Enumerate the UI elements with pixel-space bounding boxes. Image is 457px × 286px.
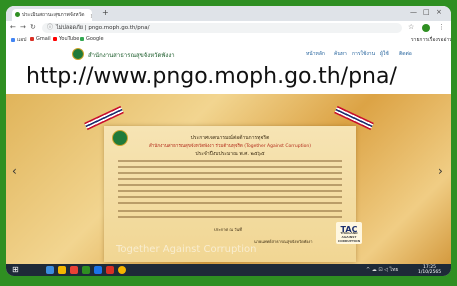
- menu-item-search[interactable]: ค้นหา: [334, 50, 347, 58]
- poster-text-line: [118, 216, 342, 218]
- window-close-icon[interactable]: ×: [436, 8, 442, 16]
- menu-item-contact[interactable]: ติดต่อ: [399, 50, 412, 58]
- chrome-icon[interactable]: [118, 266, 126, 274]
- site-favicon-icon: [15, 12, 20, 17]
- bookmark-label: แอป: [17, 37, 27, 43]
- poster-text-line: [118, 160, 342, 162]
- forward-icon[interactable]: →: [20, 23, 26, 31]
- poster-year: ประจำปีงบประมาณ พ.ศ. ๒๕๖๕: [195, 151, 265, 157]
- site-name[interactable]: สำนักงานสาธารณสุขจังหวัดพังงา: [88, 50, 175, 60]
- bookmark-label: Google: [86, 36, 104, 42]
- tac-logo: TAC THAILAND AGAINST CORRUPTION: [336, 222, 362, 244]
- reload-icon[interactable]: ↻: [30, 23, 36, 31]
- minimize-icon[interactable]: —: [410, 8, 417, 16]
- slider-watermark: Together Against Corruption: [116, 244, 257, 255]
- new-tab-button[interactable]: +: [102, 8, 109, 17]
- tab-strip: ประเมินสถานะสุขภาพจังหวัด × + — □ ×: [6, 6, 451, 21]
- bookmark-youtube[interactable]: YouTube: [53, 36, 79, 42]
- menu-item-home[interactable]: หน้าหลัก: [306, 50, 325, 58]
- address-bar[interactable]: ⓘ ไม่ปลอดภัย | pngo.moph.go.th/pna/: [42, 23, 402, 33]
- poster-text-line: [118, 202, 342, 204]
- apps-icon: [11, 37, 15, 42]
- profile-avatar[interactable]: [422, 24, 430, 32]
- search-icon[interactable]: [46, 266, 54, 274]
- bookmark-google[interactable]: Google: [80, 36, 104, 42]
- maximize-icon[interactable]: □: [423, 8, 430, 16]
- gmail-icon: [30, 36, 34, 41]
- clock[interactable]: 17:25 1/10/2565: [418, 265, 441, 275]
- hero-slider: ประกาศเจตนารมณ์ต่อต้านการทุจริต สำนักงาน…: [6, 94, 451, 264]
- bookmark-apps[interactable]: แอป: [11, 36, 26, 44]
- browser-window: ประเมินสถานะสุขภาพจังหวัด × + — □ × ← → …: [6, 6, 451, 276]
- start-menu-icon[interactable]: ⊞: [12, 265, 19, 274]
- poster-text-line: [118, 178, 342, 180]
- app-icon[interactable]: [82, 266, 90, 274]
- browser-menu-icon[interactable]: ⋮: [438, 23, 445, 31]
- navigation-bar: ← → ↻ ⓘ ไม่ปลอดภัย | pngo.moph.go.th/pna…: [6, 21, 451, 35]
- address-bar-url: ไม่ปลอดภัย | pngo.moph.go.th/pna/: [56, 25, 150, 31]
- tab-title: ประเมินสถานะสุขภาพจังหวัด: [22, 12, 85, 18]
- bookmark-label: Gmail: [36, 36, 51, 42]
- poster-text-line: [118, 172, 342, 174]
- poster-text-line: [118, 166, 342, 168]
- poster-signature-date: ประกาศ ณ วันที่: [214, 227, 242, 232]
- site-info-icon[interactable]: ⓘ: [47, 23, 53, 33]
- reading-list[interactable]: รายการเรื่องรออ่าน: [411, 36, 451, 44]
- browser-tab[interactable]: ประเมินสถานะสุขภาพจังหวัด ×: [12, 9, 92, 21]
- system-tray[interactable]: ^ ☁ ⊡ ◁ ไทย: [366, 266, 398, 274]
- clock-date: 1/10/2565: [418, 270, 442, 275]
- site-logo-icon[interactable]: [72, 48, 84, 60]
- app-icon[interactable]: [70, 266, 78, 274]
- file-explorer-icon[interactable]: [58, 266, 66, 274]
- poster-text-line: [118, 184, 342, 186]
- bookmark-star-icon[interactable]: ☆: [408, 23, 414, 31]
- slider-next-icon[interactable]: ›: [438, 164, 443, 178]
- poster-text-line: [118, 196, 342, 198]
- poster-text-line: [118, 190, 342, 192]
- announcement-poster[interactable]: ประกาศเจตนารมณ์ต่อต้านการทุจริต สำนักงาน…: [104, 126, 356, 262]
- back-icon[interactable]: ←: [10, 23, 16, 31]
- youtube-icon: [53, 36, 57, 41]
- poster-title: ประกาศเจตนารมณ์ต่อต้านการทุจริต: [190, 135, 270, 141]
- app-icon[interactable]: [106, 266, 114, 274]
- poster-text-line: [118, 210, 342, 212]
- tab-close-icon[interactable]: ×: [90, 11, 92, 21]
- bookmark-label: YouTube: [59, 36, 80, 42]
- os-taskbar: ⊞ ^ ☁ ⊡ ◁ ไทย 17:25 1/10/2565: [6, 264, 451, 276]
- slider-prev-icon[interactable]: ‹: [12, 164, 17, 178]
- poster-signer: นายแพทย์สาธารณสุขจังหวัดพังงา: [254, 239, 313, 244]
- tac-logo-sub: THAILAND AGAINST CORRUPTION: [337, 231, 361, 243]
- bookmark-gmail[interactable]: Gmail: [30, 36, 51, 42]
- menu-item-user[interactable]: ผู้ใช้: [380, 50, 389, 58]
- site-header: สำนักงานสาธารณสุขจังหวัดพังงา หน้าหลัก ค…: [6, 44, 451, 94]
- menu-item-usage[interactable]: การใช้งาน: [352, 50, 375, 58]
- poster-subtitle: สำนักงานสาธารณสุขจังหวัดพังงา ร่วมต้านทุ…: [149, 144, 311, 149]
- google-icon: [80, 36, 84, 41]
- url-overlay-text: http://www.pngo.moph.go.th/pna/: [26, 64, 397, 89]
- word-icon[interactable]: [94, 266, 102, 274]
